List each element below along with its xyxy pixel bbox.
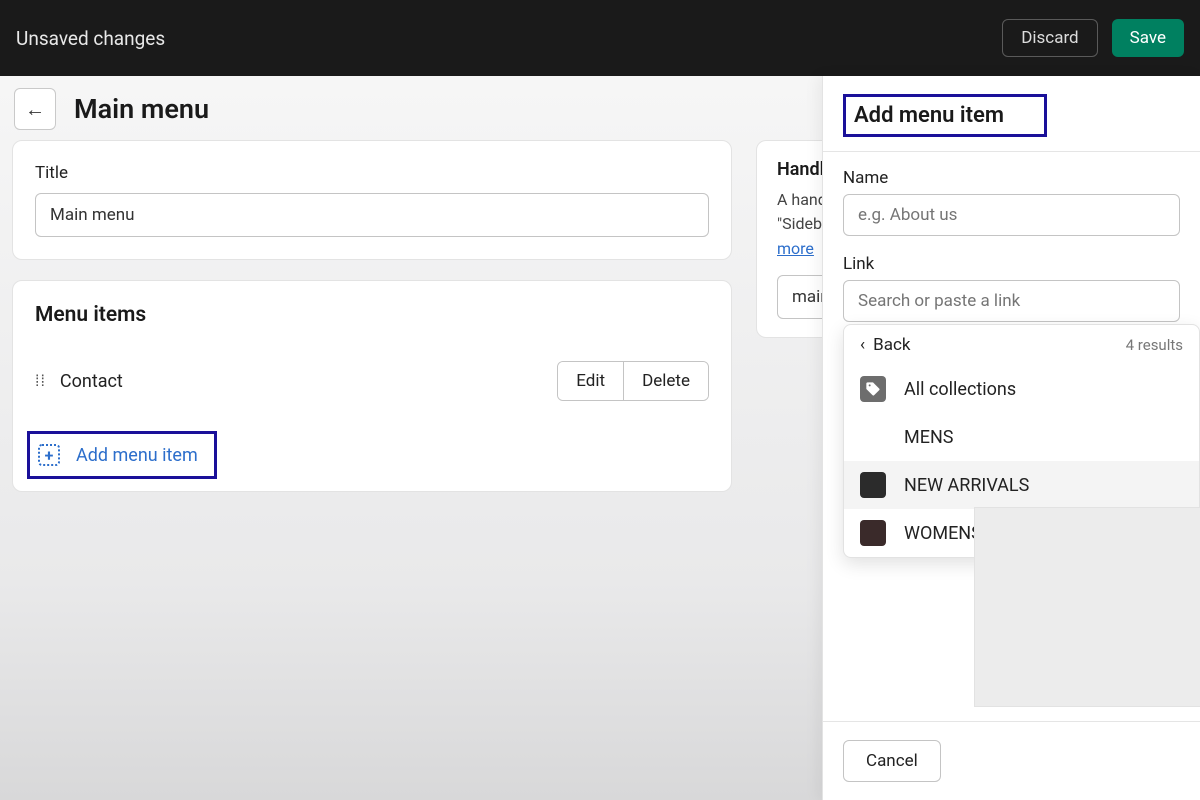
link-option-new-arrivals[interactable]: NEW ARRIVALS: [844, 461, 1199, 509]
add-menu-item-label: Add menu item: [76, 445, 198, 466]
title-label: Title: [35, 163, 709, 183]
title-input[interactable]: [35, 193, 709, 237]
drawer-title: Add menu item: [854, 103, 1004, 128]
drawer-title-highlight: Add menu item: [843, 94, 1047, 137]
add-menu-item-drawer: Add menu item Name Link ‹ Back 4 results: [822, 76, 1200, 800]
chevron-left-icon: ‹: [860, 335, 865, 355]
popover-back-label: Back: [873, 335, 910, 355]
link-option-all-collections[interactable]: All collections: [844, 365, 1199, 413]
popover-back-button[interactable]: ‹ Back: [860, 335, 910, 355]
link-option-label: NEW ARRIVALS: [904, 475, 1029, 496]
cancel-button[interactable]: Cancel: [843, 740, 941, 782]
link-input[interactable]: [843, 280, 1180, 322]
delete-button[interactable]: Delete: [623, 362, 708, 400]
results-count: 4 results: [1126, 336, 1183, 354]
link-option-label: WOMENS: [904, 523, 982, 544]
link-label: Link: [843, 254, 1180, 274]
tag-icon: [860, 376, 886, 402]
title-card: Title: [12, 140, 732, 260]
discard-button[interactable]: Discard: [1002, 19, 1097, 57]
name-input[interactable]: [843, 194, 1180, 236]
arrow-left-icon: ←: [25, 97, 45, 122]
topbar: Unsaved changes Discard Save: [0, 0, 1200, 76]
drawer-footer: Cancel: [823, 721, 1200, 800]
drag-handle-icon[interactable]: ⁞⁞: [35, 371, 46, 391]
save-button[interactable]: Save: [1112, 19, 1184, 57]
menu-items-heading: Menu items: [35, 303, 709, 327]
menu-item-row: ⁞⁞ Contact Edit Delete: [35, 355, 709, 407]
add-menu-item-button[interactable]: + Add menu item: [27, 431, 217, 479]
name-label: Name: [843, 168, 1180, 188]
collection-thumb: [860, 520, 886, 546]
plus-dashed-icon: +: [38, 444, 60, 466]
row-actions: Edit Delete: [557, 361, 709, 401]
page-title: Main menu: [74, 93, 209, 125]
link-option-label: All collections: [904, 379, 1016, 400]
menu-item-label: Contact: [60, 371, 557, 392]
collection-thumb: [860, 472, 886, 498]
back-button[interactable]: ←: [14, 88, 56, 130]
link-option-label: MENS: [904, 427, 953, 448]
unsaved-changes-status: Unsaved changes: [16, 27, 1002, 50]
link-option-mens[interactable]: MENS: [844, 413, 1199, 461]
edit-button[interactable]: Edit: [558, 362, 623, 400]
preview-placeholder: [974, 507, 1200, 707]
menu-items-card: Menu items ⁞⁞ Contact Edit Delete + Add …: [12, 280, 732, 492]
collection-thumb: [860, 424, 886, 450]
